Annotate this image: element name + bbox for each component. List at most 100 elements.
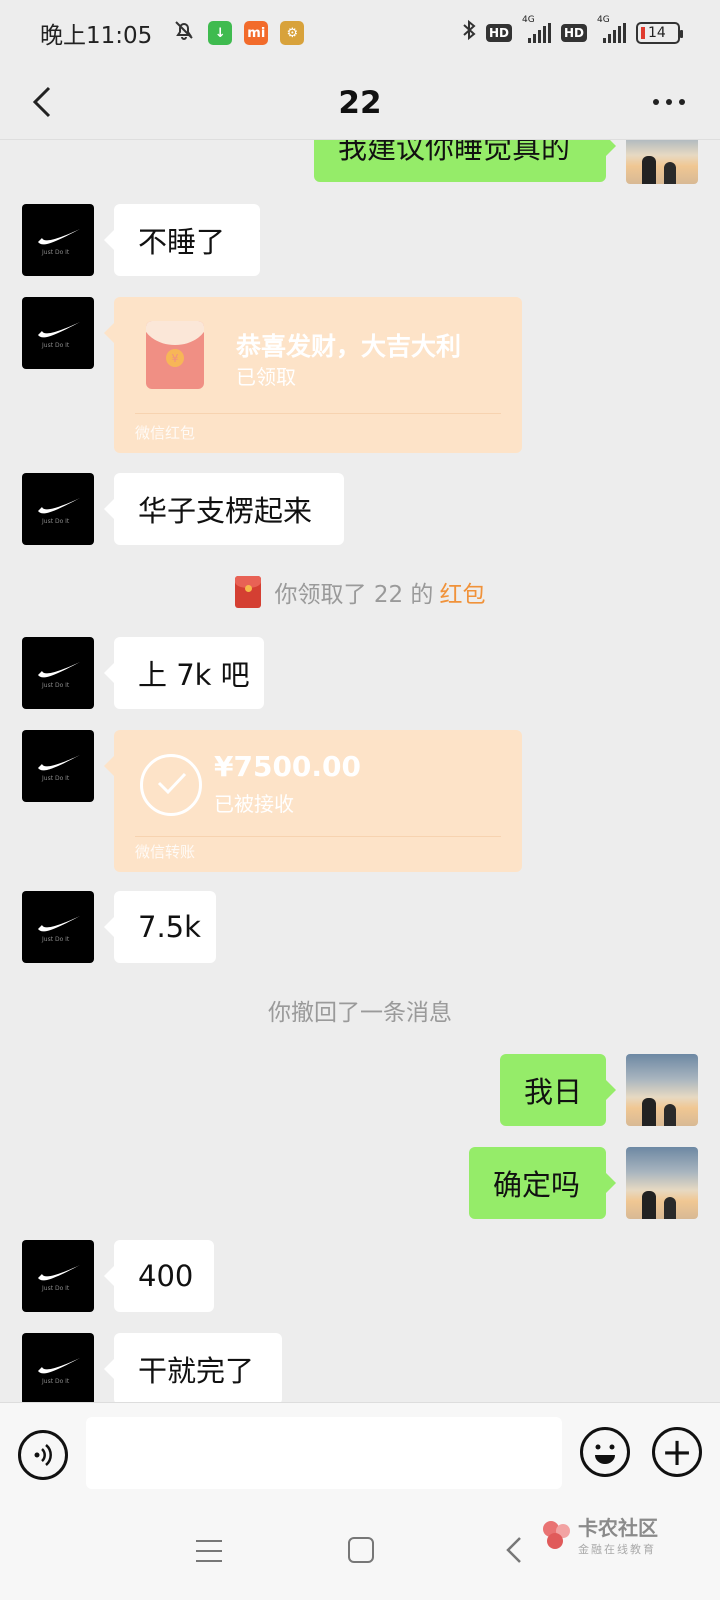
message-input[interactable] — [86, 1417, 562, 1489]
more-dot-icon — [653, 99, 659, 105]
more-dot-icon — [679, 99, 685, 105]
system-message: 你撤回了一条消息 — [0, 992, 720, 1028]
avatar-caption: Just Do It — [42, 342, 70, 349]
swoosh-icon — [38, 1265, 80, 1281]
watermark-title: 卡农社区 — [578, 1516, 658, 1540]
message-text: 我日 — [524, 1075, 583, 1109]
swoosh-icon — [38, 1358, 80, 1374]
transfer-label: 微信转账 — [135, 843, 196, 861]
voice-input-button[interactable] — [18, 1430, 68, 1480]
swoosh-icon — [38, 662, 80, 678]
red-packet-status: 已领取 — [236, 365, 296, 389]
back-button[interactable] — [24, 84, 60, 120]
self-avatar[interactable] — [626, 1054, 698, 1126]
system-message: 你领取了 22 的 红包 — [0, 574, 720, 610]
avatar-caption: Just Do It — [42, 1378, 70, 1385]
message-bubble-self[interactable]: 我日 — [500, 1054, 616, 1126]
message-bubble-contact[interactable]: 7.5k — [104, 891, 216, 963]
red-packet-label: 微信红包 — [135, 424, 196, 442]
status-bar: 晚上11:05 ↓ mi ⚙ HD 4G HD 4G 14 — [0, 0, 720, 66]
message-bubble-contact[interactable]: 上 7k 吧 — [104, 637, 264, 709]
watermark-logo-icon — [540, 1518, 574, 1552]
message-text: 华子支楞起来 — [138, 494, 313, 528]
message-bubble-self[interactable]: 确定吗 — [469, 1147, 616, 1219]
system-text: 你领取了 22 的 — [274, 582, 434, 608]
signal-icon: 4G — [522, 15, 551, 43]
avatar-caption: Just Do It — [42, 1285, 70, 1292]
avatar-caption: Just Do It — [42, 775, 70, 782]
input-bar: + — [0, 1402, 720, 1504]
contact-avatar[interactable]: Just Do It — [22, 204, 94, 276]
chevron-left-icon — [32, 86, 51, 118]
red-packet-card[interactable]: ¥ 恭喜发财，大吉大利 已领取 微信红包 — [104, 297, 522, 453]
message-bubble-contact[interactable]: 华子支楞起来 — [104, 473, 344, 545]
avatar-caption: Just Do It — [42, 936, 70, 943]
signal-icon-2: 4G — [597, 15, 626, 43]
avatar-caption: Just Do It — [42, 249, 70, 256]
watermark: 卡农社区 金融在线教育 — [540, 1512, 658, 1557]
plus-icon: + — [661, 1430, 693, 1474]
contact-avatar[interactable]: Just Do It — [22, 637, 94, 709]
network-label-2: 4G — [597, 15, 610, 25]
message-text: 400 — [138, 1259, 194, 1293]
bell-mute-icon — [172, 18, 196, 48]
message-text: 不睡了 — [138, 225, 226, 259]
self-avatar[interactable] — [626, 1147, 698, 1219]
message-text: 干就完了 — [138, 1354, 255, 1388]
watermark-subtitle: 金融在线教育 — [578, 1543, 656, 1556]
transfer-card[interactable]: ¥7500.00 已被接收 微信转账 — [104, 730, 522, 872]
message-text: 7.5k — [138, 910, 201, 944]
red-packet-small-icon — [234, 576, 261, 608]
system-text: 你撤回了一条消息 — [268, 1000, 452, 1026]
swoosh-icon — [38, 229, 80, 245]
contact-avatar[interactable]: Just Do It — [22, 1333, 94, 1402]
more-functions-button[interactable]: + — [652, 1427, 702, 1477]
self-avatar[interactable] — [626, 140, 698, 184]
swoosh-icon — [38, 498, 80, 514]
chat-title: 22 — [338, 84, 382, 121]
red-packet-title: 恭喜发财，大吉大利 — [236, 332, 462, 361]
emoji-button[interactable] — [580, 1427, 630, 1477]
transfer-amount: ¥7500.00 — [214, 750, 362, 783]
battery-icon: 14 — [636, 22, 683, 44]
contact-avatar[interactable]: Just Do It — [22, 473, 94, 545]
battery-level: 14 — [648, 25, 666, 41]
message-bubble-contact[interactable]: 干就完了 — [104, 1333, 282, 1402]
back-triangle-icon — [506, 1537, 521, 1563]
settings-app-icon: ⚙ — [280, 21, 305, 45]
transfer-status: 已被接收 — [214, 792, 294, 816]
network-label: 4G — [521, 15, 535, 25]
swoosh-icon — [38, 916, 80, 932]
home-button[interactable] — [348, 1537, 374, 1563]
contact-avatar[interactable]: Just Do It — [22, 297, 94, 369]
mi-app-icon: mi — [244, 21, 269, 45]
avatar-caption: Just Do It — [42, 682, 70, 689]
smiley-icon — [595, 1444, 615, 1464]
more-options-button[interactable] — [644, 84, 694, 120]
message-text: 确定吗 — [493, 1168, 581, 1202]
swoosh-icon — [38, 755, 80, 771]
contact-avatar[interactable]: Just Do It — [22, 730, 94, 802]
message-bubble-contact[interactable]: 400 — [104, 1240, 214, 1312]
system-back-button[interactable] — [502, 1534, 526, 1566]
check-circle-icon — [140, 754, 202, 816]
hd-badge-2: HD — [560, 24, 587, 42]
voice-icon — [34, 1444, 52, 1466]
red-packet-icon: ¥ — [146, 321, 204, 389]
system-nav-bar: 卡农社区 金融在线教育 — [0, 1504, 720, 1600]
swoosh-icon — [38, 322, 80, 338]
chat-header: 22 — [0, 66, 720, 140]
red-packet-link[interactable]: 红包 — [439, 575, 485, 609]
message-bubble-self[interactable]: 我建议你睡觉真的 — [314, 140, 616, 182]
message-list[interactable]: 我建议你睡觉真的 Just Do It 不睡了 Just Do It ¥ 恭喜发… — [0, 140, 720, 1402]
contact-avatar[interactable]: Just Do It — [22, 891, 94, 963]
avatar-caption: Just Do It — [42, 518, 70, 525]
recent-apps-button[interactable] — [196, 1540, 222, 1562]
more-dot-icon — [666, 99, 672, 105]
bluetooth-icon — [462, 19, 476, 47]
message-text: 我建议你睡觉真的 — [338, 140, 571, 165]
contact-avatar[interactable]: Just Do It — [22, 1240, 94, 1312]
message-bubble-contact[interactable]: 不睡了 — [104, 204, 260, 276]
download-app-icon: ↓ — [208, 21, 233, 45]
hd-badge: HD — [485, 24, 512, 42]
